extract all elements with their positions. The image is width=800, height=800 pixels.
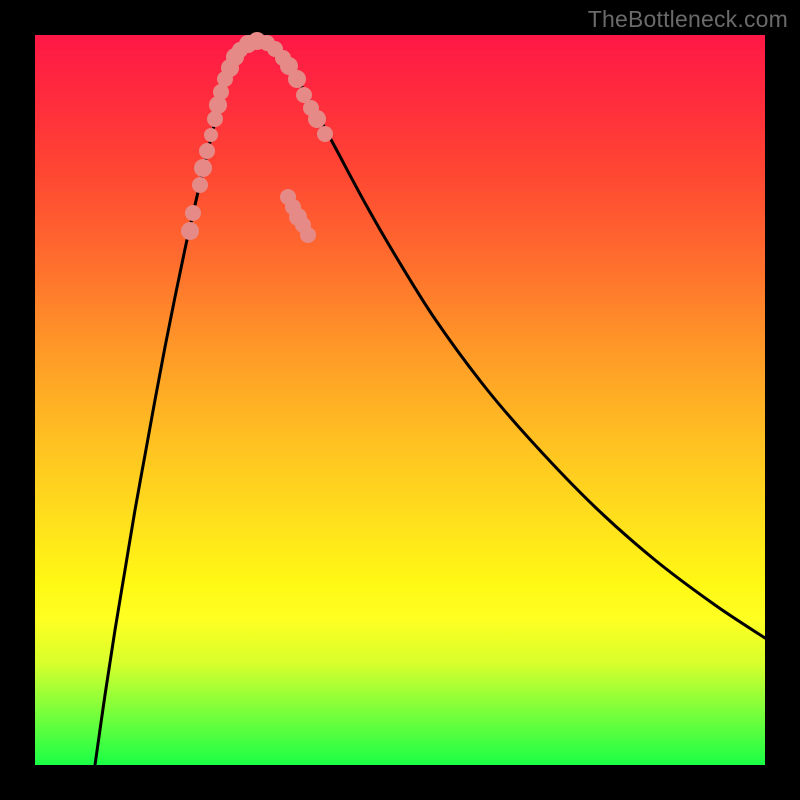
data-marker — [185, 205, 201, 221]
plot-area — [35, 35, 765, 765]
data-marker — [317, 126, 333, 142]
data-marker — [181, 222, 199, 240]
watermark-text: TheBottleneck.com — [588, 6, 788, 33]
chart-frame: TheBottleneck.com — [0, 0, 800, 800]
data-marker — [288, 70, 306, 88]
data-marker — [199, 143, 215, 159]
data-marker — [300, 227, 316, 243]
data-marker — [204, 128, 218, 142]
data-marker — [280, 189, 296, 205]
data-marker — [192, 177, 208, 193]
data-marker — [308, 110, 326, 128]
curve-svg — [35, 35, 765, 765]
markers-group — [181, 32, 333, 243]
bottleneck-curve — [95, 40, 765, 765]
data-marker — [194, 159, 212, 177]
